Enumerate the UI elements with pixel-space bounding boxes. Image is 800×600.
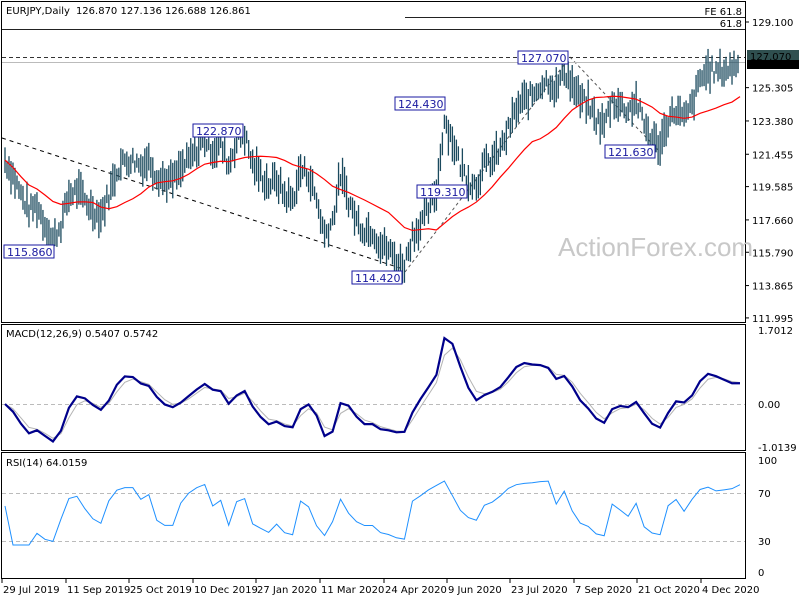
fib-expansion-label: FE 61.8 bbox=[704, 7, 742, 18]
symbol-timeframe: EURJPY,Daily bbox=[6, 6, 70, 17]
time-tick-label: 25 Oct 2019 bbox=[130, 585, 192, 596]
time-tick-label: 21 Oct 2020 bbox=[638, 585, 700, 596]
macd-tick-label: 1.7012 bbox=[758, 326, 793, 337]
price-tick-label: 115.790 bbox=[752, 248, 793, 259]
rsi-axis: 100 70 30 0 bbox=[758, 456, 777, 579]
price-chart: EURJPY,Daily 126.870 127.136 126.688 126.… bbox=[1, 1, 799, 596]
time-tick-label: 11 Mar 2020 bbox=[321, 585, 384, 596]
price-tick-label: 123.380 bbox=[752, 117, 793, 128]
annotation-label: 115.860 bbox=[7, 246, 53, 259]
time-tick-label: 11 Sep 2019 bbox=[67, 585, 130, 596]
time-tick-label: 4 Dec 2020 bbox=[702, 585, 760, 596]
time-axis: 29 Jul 2019 11 Sep 2019 25 Oct 2019 10 Dec … bbox=[1, 579, 760, 596]
price-tick-label: 119.585 bbox=[752, 183, 793, 194]
macd-tick-label: 0.00 bbox=[758, 400, 780, 411]
price-tick-label: 111.995 bbox=[752, 314, 793, 325]
trendline-up bbox=[404, 56, 571, 273]
rsi-tick-label: 0 bbox=[758, 568, 764, 579]
rsi-tick-label: 30 bbox=[758, 537, 771, 548]
time-tick-label: 24 Apr 2020 bbox=[385, 585, 447, 596]
time-tick-label: 23 Jul 2020 bbox=[511, 585, 568, 596]
time-tick-label: 29 Jul 2019 bbox=[3, 585, 60, 596]
time-tick-label: 9 Jun 2020 bbox=[448, 585, 502, 596]
price-tick-label: 125.305 bbox=[752, 84, 793, 95]
macd-axis: 1.7012 0.00 -1.0139 bbox=[758, 326, 797, 454]
trendline-down bbox=[1, 137, 401, 269]
rsi-tick-label: 100 bbox=[758, 456, 777, 467]
annotation-label: 121.630 bbox=[608, 146, 654, 159]
annotation-label: 122.870 bbox=[196, 125, 242, 138]
close-price-label: 126.861 bbox=[750, 62, 787, 72]
macd-panel-frame bbox=[1, 324, 746, 451]
annotation-label: 124.430 bbox=[398, 98, 444, 111]
price-tick-label: 129.100 bbox=[752, 18, 793, 29]
annotation-label: 119.310 bbox=[420, 186, 466, 199]
annotation-label: 114.420 bbox=[355, 272, 401, 285]
time-tick-label: 7 Sep 2020 bbox=[575, 585, 632, 596]
price-tick-label: 113.865 bbox=[752, 282, 793, 293]
rsi-tick-label: 70 bbox=[758, 489, 771, 500]
watermark: ActionForex.com bbox=[558, 232, 753, 262]
price-tick-label: 121.455 bbox=[752, 150, 793, 161]
rsi-panel-frame bbox=[1, 452, 746, 579]
time-tick-label: 10 Dec 2019 bbox=[194, 585, 258, 596]
chart-header: EURJPY,Daily 126.870 127.136 126.688 126.… bbox=[6, 6, 251, 17]
annotation-label: 127.070 bbox=[521, 52, 567, 65]
rsi-line bbox=[4, 480, 741, 546]
price-tick-label: 117.660 bbox=[752, 216, 793, 227]
time-tick-label: 27 Jan 2020 bbox=[257, 585, 317, 596]
moving-average-line bbox=[4, 95, 741, 232]
rsi-title: RSI(14) 64.0159 bbox=[6, 458, 87, 469]
fib-retracement-label: 61.8 bbox=[720, 19, 742, 30]
ohlc-values: 126.870 127.136 126.688 126.861 bbox=[76, 6, 251, 17]
macd-line bbox=[4, 336, 741, 443]
macd-tick-label: -1.0139 bbox=[758, 443, 797, 454]
macd-title: MACD(12,26,9) 0.5407 0.5742 bbox=[6, 329, 158, 340]
